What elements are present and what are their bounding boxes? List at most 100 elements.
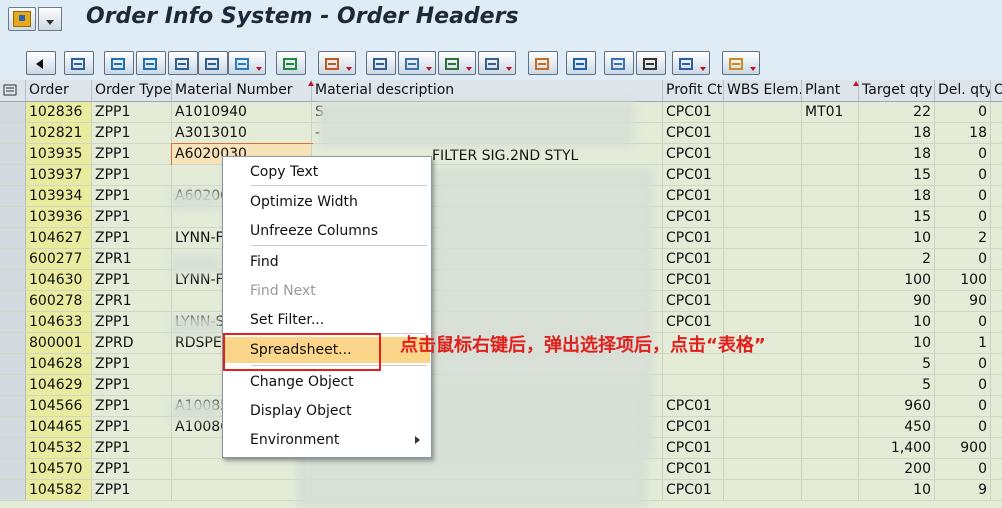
cell-target-qty[interactable]: 15 (859, 165, 935, 186)
cell-wbs-elem[interactable] (724, 396, 802, 417)
cell-plant[interactable] (802, 312, 859, 333)
cell-order-type[interactable]: ZPP1 (92, 186, 172, 207)
cell-plant[interactable] (802, 270, 859, 291)
cell-plant[interactable]: MT01 (802, 102, 859, 123)
cell-o[interactable]: 1 (991, 375, 1002, 396)
cell-order[interactable]: 104627 (26, 228, 92, 249)
glasses-button[interactable] (636, 51, 666, 75)
cell-plant[interactable] (802, 354, 859, 375)
cell-target-qty[interactable]: 18 (859, 144, 935, 165)
cell-target-qty[interactable]: 15 (859, 207, 935, 228)
column-header-o[interactable]: O (991, 80, 1002, 101)
orders-button[interactable] (672, 51, 710, 75)
cell-del-qty[interactable]: 9 (935, 480, 991, 501)
cell-wbs-elem[interactable] (724, 123, 802, 144)
row-selector[interactable] (0, 354, 26, 375)
cell-target-qty[interactable]: 90 (859, 291, 935, 312)
total-button[interactable] (276, 51, 306, 75)
cell-wbs-elem[interactable] (724, 312, 802, 333)
cell-profit-ctr[interactable] (663, 375, 724, 396)
select-all-icon[interactable] (0, 80, 26, 101)
cell-wbs-elem[interactable] (724, 375, 802, 396)
cell-target-qty[interactable]: 18 (859, 123, 935, 144)
cell-del-qty[interactable]: 900 (935, 438, 991, 459)
cell-order[interactable]: 104629 (26, 375, 92, 396)
cell-order[interactable]: 103934 (26, 186, 92, 207)
sap-menu-icon[interactable] (8, 7, 36, 31)
row-selector[interactable] (0, 123, 26, 144)
cell-profit-ctr[interactable]: CPC01 (663, 228, 724, 249)
cell-o[interactable]: 1 (991, 396, 1002, 417)
cell-wbs-elem[interactable] (724, 270, 802, 291)
cell-order-type[interactable]: ZPP1 (92, 480, 172, 501)
cell-order[interactable]: 103936 (26, 207, 92, 228)
cell-material-number[interactable] (172, 459, 312, 480)
cell-del-qty[interactable]: 1 (935, 333, 991, 354)
cell-o[interactable]: 1 (991, 312, 1002, 333)
cell-target-qty[interactable]: 22 (859, 102, 935, 123)
row-selector[interactable] (0, 165, 26, 186)
column-header-target-qty[interactable]: Target qty (859, 80, 935, 101)
subtotal-button[interactable] (318, 51, 356, 75)
cell-plant[interactable] (802, 144, 859, 165)
cell-profit-ctr[interactable]: CPC01 (663, 249, 724, 270)
graphic-button[interactable] (528, 51, 558, 75)
edit-button[interactable] (604, 51, 634, 75)
row-selector[interactable] (0, 438, 26, 459)
cell-order[interactable]: 104630 (26, 270, 92, 291)
row-selector[interactable] (0, 291, 26, 312)
cell-order-type[interactable]: ZPP1 (92, 102, 172, 123)
cell-del-qty[interactable]: 0 (935, 186, 991, 207)
row-selector[interactable] (0, 312, 26, 333)
cell-wbs-elem[interactable] (724, 186, 802, 207)
cell-profit-ctr[interactable]: CPC01 (663, 312, 724, 333)
filter-button[interactable] (228, 51, 266, 75)
cell-plant[interactable] (802, 207, 859, 228)
cell-order-type[interactable]: ZPP1 (92, 375, 172, 396)
cell-wbs-elem[interactable] (724, 228, 802, 249)
cell-o[interactable]: 1 (991, 480, 1002, 501)
row-selector[interactable] (0, 333, 26, 354)
export-button[interactable] (438, 51, 476, 75)
cell-del-qty[interactable]: 0 (935, 459, 991, 480)
cell-order[interactable]: 102836 (26, 102, 92, 123)
cell-order[interactable]: 102821 (26, 123, 92, 144)
cell-wbs-elem[interactable] (724, 417, 802, 438)
find-next-button[interactable] (198, 51, 228, 75)
cell-plant[interactable] (802, 375, 859, 396)
cell-plant[interactable] (802, 333, 859, 354)
cell-plant[interactable] (802, 438, 859, 459)
cell-order[interactable]: 104532 (26, 438, 92, 459)
cell-o[interactable]: 0 (991, 102, 1002, 123)
cell-target-qty[interactable]: 5 (859, 354, 935, 375)
cell-profit-ctr[interactable]: CPC01 (663, 207, 724, 228)
cell-del-qty[interactable]: 0 (935, 144, 991, 165)
cell-profit-ctr[interactable] (663, 354, 724, 375)
cell-o[interactable]: 1 (991, 333, 1002, 354)
cell-del-qty[interactable]: 90 (935, 291, 991, 312)
cell-o[interactable]: 0 (991, 228, 1002, 249)
cell-wbs-elem[interactable] (724, 249, 802, 270)
cell-target-qty[interactable]: 18 (859, 186, 935, 207)
cell-del-qty[interactable]: 0 (935, 396, 991, 417)
cell-profit-ctr[interactable]: CPC01 (663, 417, 724, 438)
cell-wbs-elem[interactable] (724, 165, 802, 186)
cell-wbs-elem[interactable] (724, 291, 802, 312)
menu-dropdown-button[interactable] (38, 7, 62, 31)
cell-profit-ctr[interactable]: CPC01 (663, 459, 724, 480)
cell-material-number[interactable]: A3013010 (172, 123, 312, 144)
menu-item-find[interactable]: Find (224, 249, 430, 275)
cell-order-type[interactable]: ZPP1 (92, 396, 172, 417)
cell-order[interactable]: 104465 (26, 417, 92, 438)
print-preview-button[interactable] (366, 51, 396, 75)
cell-profit-ctr[interactable]: CPC01 (663, 291, 724, 312)
column-header-order[interactable]: Order (26, 80, 92, 101)
cell-material-number[interactable] (172, 480, 312, 501)
cell-profit-ctr[interactable]: CPC01 (663, 438, 724, 459)
menu-item-change-object[interactable]: Change Object (224, 369, 430, 395)
sort-ascending-button[interactable] (104, 51, 134, 75)
cell-plant[interactable] (802, 186, 859, 207)
cell-target-qty[interactable]: 2 (859, 249, 935, 270)
menu-item-copy-text[interactable]: Copy Text (224, 159, 430, 185)
cell-order-type[interactable]: ZPP1 (92, 312, 172, 333)
